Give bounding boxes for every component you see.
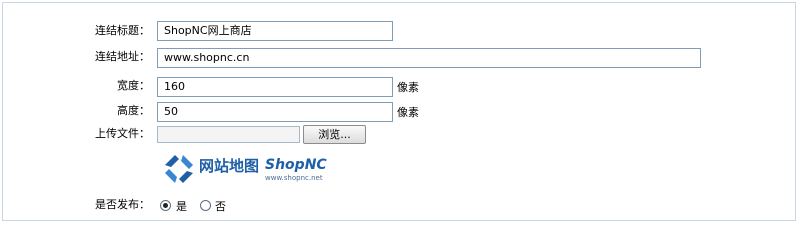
width-input[interactable]: 160 <box>157 77 393 97</box>
publish-label-wrap: 是否发布： <box>0 194 150 216</box>
width-label: 宽度： <box>117 79 150 92</box>
shopnc-logo-icon: 网站地图 ShopNC www.shopnc.net <box>165 155 327 183</box>
link-title-label-wrap: 连结标题： <box>0 20 150 42</box>
publish-label: 是否发布： <box>95 198 150 211</box>
upload-label: 上传文件： <box>95 127 150 140</box>
width-label-wrap: 宽度： <box>0 75 150 97</box>
browse-button[interactable]: 浏览... <box>303 125 366 144</box>
publish-no-radio[interactable] <box>200 200 211 211</box>
publish-yes-radio[interactable] <box>160 200 171 211</box>
logo-url: www.shopnc.net <box>265 174 323 182</box>
logo-preview: 网站地图 ShopNC www.shopnc.net <box>157 147 332 191</box>
height-unit: 像素 <box>397 106 419 119</box>
upload-label-wrap: 上传文件： <box>0 123 150 145</box>
logo-text-cn: 网站地图 <box>199 157 259 175</box>
link-url-input[interactable]: www.shopnc.cn <box>157 48 701 68</box>
publish-yes-label: 是 <box>176 200 187 213</box>
upload-file-path[interactable] <box>157 126 300 143</box>
link-url-label-wrap: 连结地址： <box>0 46 150 68</box>
publish-no-label: 否 <box>215 200 226 213</box>
link-title-label: 连结标题： <box>95 24 150 37</box>
link-url-label: 连结地址： <box>95 50 150 63</box>
width-unit: 像素 <box>397 81 419 94</box>
link-title-input[interactable]: ShopNC网上商店 <box>157 21 393 41</box>
height-input[interactable]: 50 <box>157 102 393 122</box>
height-label-wrap: 高度： <box>0 100 150 122</box>
height-label: 高度： <box>117 104 150 117</box>
logo-text-en: ShopNC <box>265 157 327 173</box>
